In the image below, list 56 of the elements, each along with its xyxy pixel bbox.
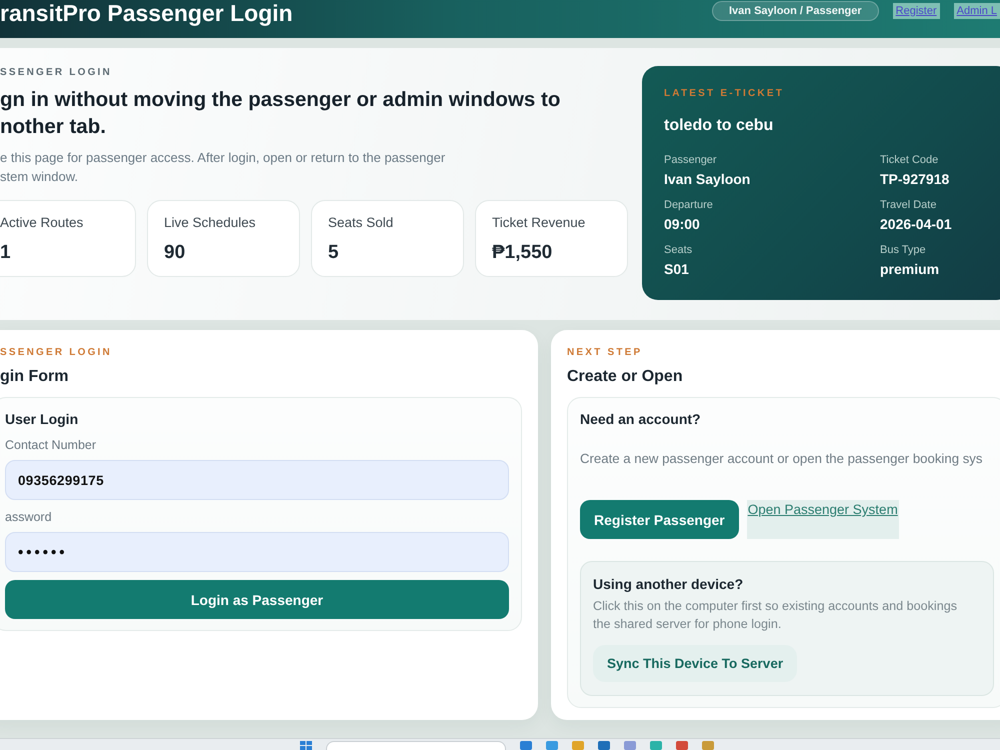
stat-label: Seats Sold — [328, 214, 394, 232]
windows-start-icon[interactable] — [300, 741, 312, 750]
panel-title: Using another device? — [593, 575, 744, 593]
header-link[interactable]: Register — [892, 3, 940, 19]
card-eyebrow: SSENGER LOGIN — [0, 347, 113, 359]
app-icon[interactable] — [702, 741, 714, 750]
ticket-label: Departure — [664, 198, 714, 212]
login-button[interactable]: Login as Passenger — [5, 580, 509, 619]
stat-value: 1 — [0, 242, 12, 264]
app-icon[interactable] — [546, 741, 558, 750]
card-eyebrow: NEXT STEP — [567, 347, 644, 359]
ticket-value: S01 — [664, 260, 690, 278]
ticket-eyebrow: LATEST E-TICKET — [664, 88, 786, 100]
ticket-label: Travel Date — [880, 198, 938, 212]
ticket-route: toledo to cebu — [664, 116, 774, 136]
stat-value: ₱1,550 — [492, 242, 554, 264]
panel-description: Create a new passenger account or open the passenger booking sys — [580, 450, 984, 468]
device-description: Click this on the computer first so existing accounts and bookings the shared server for phone login. — [593, 598, 958, 633]
field-label: assword — [5, 509, 53, 525]
app-icon[interactable] — [650, 741, 662, 750]
stat-label: Active Routes — [0, 214, 84, 232]
ticket-value: TP-927918 — [880, 170, 950, 188]
card-title: gin Form — [0, 367, 70, 387]
ticket-label: Bus Type — [880, 243, 927, 257]
panel-title: User Login — [5, 410, 80, 428]
app-icon[interactable] — [572, 741, 584, 750]
user-pill[interactable]: Ivan Sayloon / Passenger — [712, 1, 879, 21]
taskbar-search-field[interactable] — [326, 741, 506, 750]
header-link[interactable]: Admin L — [954, 3, 1000, 19]
ticket-value: Ivan Sayloon — [664, 170, 752, 188]
app-icon[interactable] — [598, 741, 610, 750]
app-icon[interactable] — [624, 741, 636, 750]
sync-button[interactable]: Sync This Device To Server — [593, 645, 798, 682]
stat-value: 5 — [328, 242, 340, 264]
ticket-label: Passenger — [664, 153, 718, 167]
input-field[interactable]: 09356299175 — [5, 460, 509, 500]
card-title: Create or Open — [567, 367, 684, 387]
field-label: Contact Number — [5, 437, 98, 453]
password-field[interactable]: •••••• — [5, 532, 509, 572]
ticket-value: 09:00 — [664, 215, 701, 233]
register-button[interactable]: Register Passenger — [580, 500, 739, 539]
ticket-value: premium — [880, 260, 940, 278]
app-icon[interactable] — [676, 741, 688, 750]
stat-label: Live Schedules — [164, 214, 257, 232]
section-eyebrow: SSENGER LOGIN — [0, 67, 113, 79]
ticket-value: 2026-04-01 — [880, 215, 953, 233]
hero-heading: gn in without moving the passenger or admin windows to nother tab. — [0, 87, 562, 140]
app-icon[interactable] — [520, 741, 532, 750]
stat-value: 90 — [164, 242, 186, 264]
hero-description: e this page for passenger access. After login, open or return to the passenger stem window. — [0, 149, 446, 186]
open-system-link[interactable]: Open Passenger System — [746, 500, 899, 539]
stat-label: Ticket Revenue — [492, 214, 586, 232]
ticket-label: Ticket Code — [880, 153, 940, 167]
panel-title: Need an account? — [580, 410, 702, 428]
ticket-label: Seats — [664, 243, 694, 257]
page-title: ransitPro Passenger Login — [0, 0, 293, 26]
